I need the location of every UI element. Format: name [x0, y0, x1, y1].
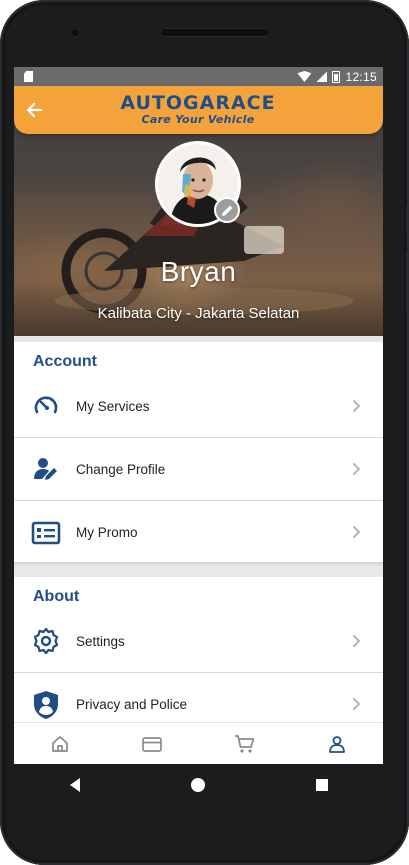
account-section: Account My Services Change Profile My Pr… [14, 342, 383, 562]
credit-card-icon [142, 736, 163, 752]
status-time: 12:15 [345, 69, 377, 84]
home-circle-icon[interactable] [190, 777, 206, 793]
id-card-icon [31, 521, 61, 544]
wifi-icon [297, 71, 312, 82]
app-logo: AUTOGARACE Care Your Vehicle [112, 93, 284, 127]
speedometer-icon [34, 396, 58, 414]
menu-item-label: My Promo [76, 525, 138, 540]
nav-cart[interactable] [225, 724, 265, 764]
system-navigation-bar [14, 764, 383, 806]
menu-item-label: Change Profile [76, 461, 166, 477]
section-divider [14, 562, 383, 577]
chevron-right-icon [353, 463, 361, 475]
edit-avatar-button[interactable] [214, 197, 240, 223]
menu-item-settings[interactable]: Settings [14, 610, 383, 673]
sd-card-icon [24, 71, 33, 82]
section-title-about: About [33, 588, 80, 605]
signal-icon [316, 71, 328, 82]
bottom-navigation [14, 722, 383, 764]
brand-tagline: Care Your Vehicle [141, 113, 255, 126]
gear-icon [33, 627, 59, 655]
back-triangle-icon[interactable] [68, 777, 82, 793]
user-edit-icon [34, 458, 57, 480]
arrow-left-icon [26, 102, 42, 118]
chevron-right-icon [353, 698, 361, 710]
brand-name: AUTOGARACE [120, 92, 276, 114]
menu-item-change-profile[interactable]: Change Profile [14, 438, 383, 501]
menu-item-label: Privacy and Police [76, 697, 188, 712]
profile-location: Kalibata City - Jakarta Selatan [97, 305, 300, 322]
nav-profile[interactable] [317, 724, 357, 764]
status-bar: 12:15 [14, 67, 383, 86]
recents-square-icon[interactable] [315, 778, 329, 792]
battery-icon [332, 70, 341, 83]
app-screen: 12:15 AUTOGARACE Care Your Vehicle Bryan… [14, 67, 383, 764]
pencil-icon [221, 205, 232, 216]
shield-user-icon [34, 690, 58, 719]
chevron-right-icon [353, 635, 361, 647]
front-camera [70, 27, 81, 38]
app-bar: AUTOGARACE Care Your Vehicle [14, 86, 383, 134]
cart-icon [234, 734, 254, 753]
back-button[interactable] [24, 100, 44, 120]
nav-payment[interactable] [132, 724, 172, 764]
phone-frame: 12:15 AUTOGARACE Care Your Vehicle Bryan… [0, 0, 409, 865]
about-section: About Settings Privacy and Police [14, 577, 383, 723]
menu-item-label: Settings [76, 633, 125, 649]
section-title-account: Account [33, 353, 97, 370]
chevron-right-icon [353, 526, 361, 538]
chevron-right-icon [353, 400, 361, 412]
profile-icon [328, 735, 345, 753]
profile-header: AUTOGARACE Care Your Vehicle Bryan Kalib… [14, 86, 383, 336]
menu-item-my-promo[interactable]: My Promo [14, 501, 383, 564]
earpiece-speaker [160, 28, 270, 37]
home-icon [52, 735, 68, 752]
profile-name: Bryan [160, 256, 237, 287]
menu-item-label: My Services [76, 398, 150, 414]
nav-home[interactable] [40, 724, 80, 764]
menu-item-my-services[interactable]: My Services [14, 375, 383, 438]
